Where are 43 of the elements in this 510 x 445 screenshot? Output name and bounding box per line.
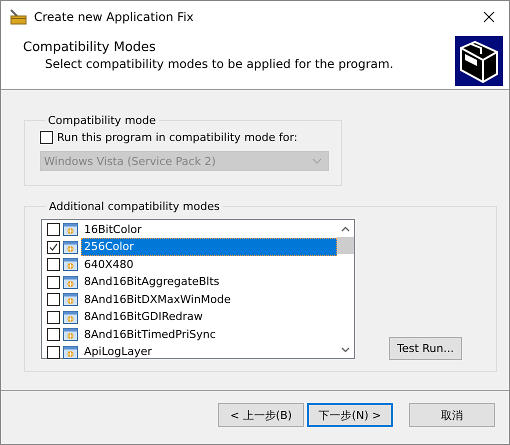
checkbox[interactable]: [47, 293, 60, 306]
checkbox[interactable]: [40, 131, 53, 144]
app-window-icon: [63, 258, 78, 272]
toolbox-icon: [9, 8, 27, 24]
list-item[interactable]: 8And16BitTimedPriSync: [81, 326, 337, 344]
list-item[interactable]: 8And16BitAggregateBlts: [81, 273, 337, 292]
next-button[interactable]: 下一步(N) >: [307, 403, 393, 427]
chevron-down-icon: [312, 158, 322, 164]
list-item[interactable]: 16BitColor: [81, 220, 337, 239]
list-item[interactable]: 8And16BitDXMaxWinMode: [81, 290, 337, 309]
list-item[interactable]: 640X480: [81, 256, 337, 274]
checkbox[interactable]: [47, 328, 60, 342]
checkbox[interactable]: [47, 258, 60, 272]
page-subtitle: Select compatibility modes to be applied for the program.: [44, 57, 394, 71]
list-item[interactable]: ApiLogLayer: [81, 343, 337, 362]
app-window-icon: [63, 346, 78, 359]
app-window-icon: [63, 223, 78, 236]
back-button[interactable]: < 上一步(B): [218, 403, 304, 427]
scroll-thumb[interactable]: [337, 237, 354, 254]
list-item[interactable]: 256Color: [81, 238, 337, 256]
modes-list[interactable]: 16BitColor 256Color 640X480 8And16BitAggregateBlts 8And16BitDXMaxWinMode 8And16BitGDIRedraw 8And16BitTimedPriSync ApiLogLayer: [41, 219, 355, 359]
window-title: Create new Application Fix: [34, 10, 195, 24]
group-label: Additional compatibility modes: [48, 200, 221, 213]
test-run-button[interactable]: Test Run...: [389, 337, 462, 360]
cancel-button[interactable]: 取消: [409, 403, 495, 427]
app-window-icon: [63, 276, 78, 289]
scroll-down-icon[interactable]: [341, 346, 350, 352]
checkbox[interactable]: [47, 223, 60, 236]
app-window-icon: [63, 310, 78, 324]
scroll-up-icon[interactable]: [341, 226, 350, 232]
list-item[interactable]: 8And16BitGDIRedraw: [81, 308, 337, 326]
app-window-icon: [63, 240, 78, 254]
app-window-icon: [63, 293, 78, 306]
group-label: Compatibility mode: [47, 114, 157, 127]
checkbox[interactable]: [47, 310, 60, 324]
checkbox[interactable]: [47, 276, 60, 289]
drawer-icon: [455, 36, 503, 86]
checkbox-label: Run this program in compatibility mode for:: [57, 131, 298, 144]
page-title: Compatibility Modes: [23, 40, 157, 55]
app-window-icon: [63, 328, 78, 342]
close-icon[interactable]: [483, 10, 495, 22]
checkbox[interactable]: [47, 346, 60, 359]
checkbox[interactable]: [47, 240, 60, 254]
